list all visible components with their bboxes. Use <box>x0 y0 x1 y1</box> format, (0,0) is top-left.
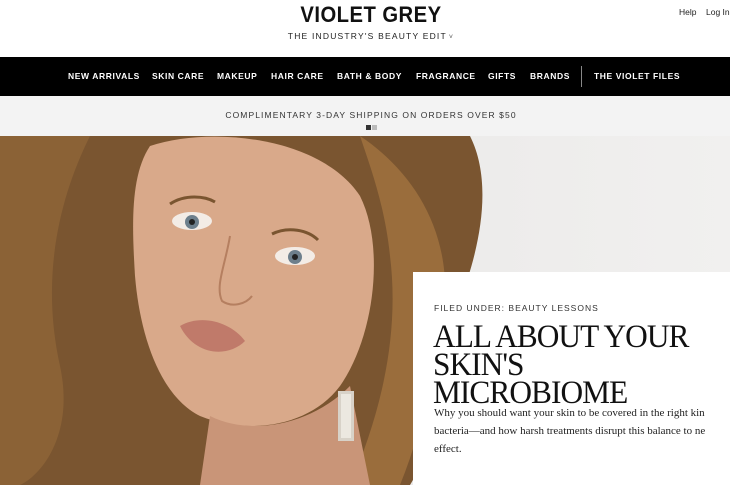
nav-brands[interactable]: BRANDS <box>530 71 570 81</box>
feature-headline[interactable]: ALL ABOUT YOUR SKIN'S MICROBIOME <box>433 321 718 411</box>
nav-bath-body[interactable]: BATH & BODY <box>337 71 402 81</box>
feature-card[interactable]: FILED UNDER: BEAUTY LESSONS ALL ABOUT YO… <box>413 272 730 485</box>
site-logo[interactable]: VIOLET GREY <box>278 2 464 28</box>
tagline[interactable]: THE INDUSTRY'S BEAUTY EDIT ˅ <box>270 31 472 41</box>
help-link[interactable]: Help <box>679 7 696 17</box>
dek-line-3: effect. <box>434 443 462 455</box>
nav-divider <box>581 66 582 87</box>
promo-banner[interactable]: COMPLIMENTARY 3-DAY SHIPPING ON ORDERS O… <box>0 96 730 136</box>
feature-dek: Why you should want your skin to be cove… <box>434 404 730 458</box>
filed-under-label[interactable]: FILED UNDER: BEAUTY LESSONS <box>434 303 599 313</box>
nav-skin-care[interactable]: SKIN CARE <box>152 71 204 81</box>
tagline-text: THE INDUSTRY'S BEAUTY EDIT <box>287 31 447 41</box>
login-link[interactable]: Log In <box>706 7 730 17</box>
nav-gifts[interactable]: GIFTS <box>488 71 516 81</box>
site-header: VIOLET GREY THE INDUSTRY'S BEAUTY EDIT ˅ … <box>0 0 730 57</box>
carousel-dot[interactable] <box>372 125 377 130</box>
nav-hair-care[interactable]: HAIR CARE <box>271 71 324 81</box>
dek-line-1: Why you should want your skin to be cove… <box>434 407 705 419</box>
promo-text: COMPLIMENTARY 3-DAY SHIPPING ON ORDERS O… <box>225 110 517 120</box>
dek-line-2: bacteria—and how harsh treatments disrup… <box>434 425 706 437</box>
headline-line-2: SKIN'S MICROBIOME <box>433 347 628 411</box>
carousel-dot-active[interactable] <box>366 125 371 130</box>
nav-new-arrivals[interactable]: NEW ARRIVALS <box>68 71 140 81</box>
main-nav: NEW ARRIVALS SKIN CARE MAKEUP HAIR CARE … <box>0 57 730 96</box>
nav-fragrance[interactable]: FRAGRANCE <box>416 71 476 81</box>
nav-violet-files[interactable]: THE VIOLET FILES <box>594 71 680 81</box>
nav-makeup[interactable]: MAKEUP <box>217 71 257 81</box>
chevron-down-icon: ˅ <box>448 34 455 41</box>
